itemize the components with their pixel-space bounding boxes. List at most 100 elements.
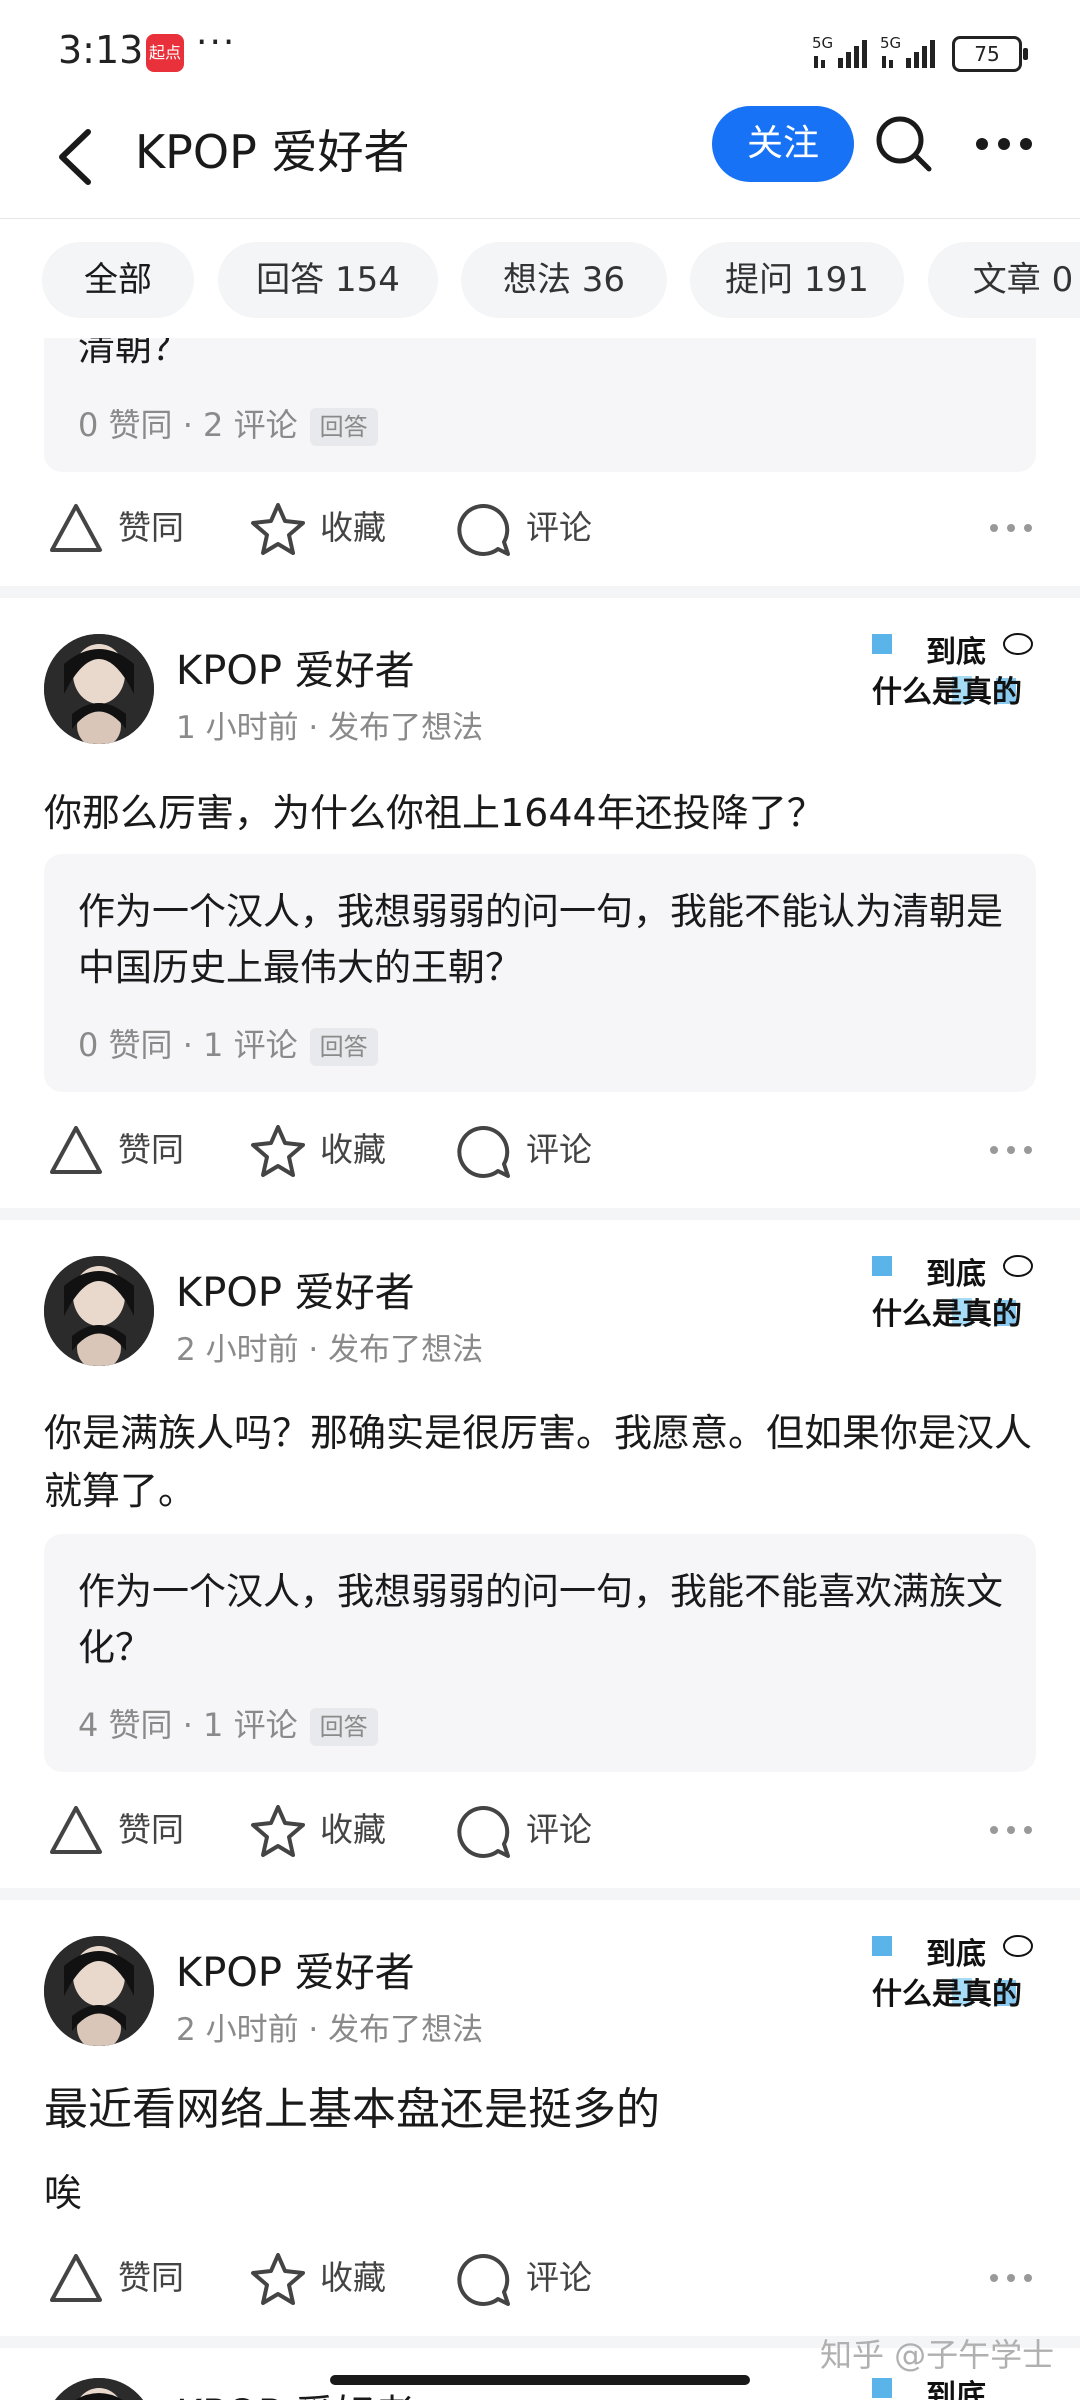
feed-separator [0,1888,1080,1900]
post-meta: 1 小时前 · 发布了想法 [176,710,484,746]
like-label: 赞同 [118,508,184,547]
app-notification-icon: 起点 [146,34,184,72]
answer-tag: 回答 [309,408,378,446]
collect-label: 收藏 [320,1130,386,1169]
comment-label: 评论 [526,2258,592,2297]
comment-icon [457,503,510,556]
quoted-answer-counts: 0 赞同 · 2 评论 [78,406,298,444]
author-name[interactable]: KPOP 爱好者 [176,1260,415,1318]
answer-tag: 回答 [309,1708,378,1746]
post-actions: 赞同 收藏 评论 [0,1110,1080,1190]
filter-tabs: 全部 回答 154 想法 36 提问 191 文章 0 [0,218,1080,338]
post-more-icon[interactable] [988,1790,1034,1870]
status-more-icon: ··· [196,22,237,63]
post-more-icon[interactable] [988,488,1034,568]
badge-icon: 到底 什么是真的 [872,1255,1033,1332]
collect-label: 收藏 [320,2258,386,2297]
post-content[interactable]: 你是满族人吗？那确实是很厉害。我愿意。但如果你是汉人就算了。 [44,1404,1044,1520]
answer-tag: 回答 [309,1028,378,1066]
signal-icon-2: 5G [880,34,935,68]
upvote-icon [50,2254,102,2302]
home-indicator[interactable] [330,2375,750,2385]
post-more-icon[interactable] [988,2238,1034,2318]
avatar-image [44,1936,154,2046]
post-actions: 赞同 收藏 评论 [0,2238,1080,2318]
post-more-icon[interactable] [988,1110,1034,1190]
badge-icon: 到底 什么是真的 [872,633,1033,710]
post-meta: 2 小时前 · 发布了想法 [176,2012,484,2048]
collect-label: 收藏 [320,508,386,547]
svg-text:到底: 到底 [926,635,986,670]
comment-label: 评论 [526,1810,592,1849]
comment-label: 评论 [526,508,592,547]
post-content[interactable]: 你那么厉害，为什么你祖上1644年还投降了？ [44,784,1044,842]
star-icon [251,503,305,555]
top-bar: KPOP 爱好者 关注 [0,100,1080,219]
author-name[interactable]: KPOP 爱好者 [176,1940,415,1998]
quoted-answer-counts: 4 赞同 · 1 评论 [78,1706,298,1744]
avatar[interactable] [44,1936,154,2046]
badge-icon: 到底 [872,2378,986,2400]
page-title: KPOP 爱好者 [135,125,410,179]
upvote-icon [50,1126,102,1174]
tab-all[interactable]: 全部 [42,242,194,318]
quoted-answer-text: 清朝？ [78,338,189,369]
activity-feed: 清朝？ 0 赞同 · 2 评论 回答 赞同 收藏 评论 KPOP 爱好者 1 小… [0,338,1080,2400]
upvote-icon [50,1806,102,1854]
back-arrow-icon[interactable] [48,122,108,192]
signal-icon: 5G [812,34,867,68]
tab-thoughts[interactable]: 想法 36 [461,242,667,318]
author-name[interactable]: KPOP 爱好者 [176,638,415,696]
more-options-icon[interactable] [972,114,1036,174]
quoted-answer-stats: 0 赞同 · 1 评论 回答 [78,1020,378,1066]
status-bar: 3:13 起点 ··· 5G 5G 75 [0,0,1080,100]
comment-icon [457,1805,510,1858]
svg-text:到底: 到底 [926,1937,986,1972]
quoted-answer-text: 作为一个汉人，我想弱弱的问一句，我能不能认为清朝是中国历史上最伟大的王朝？ [78,890,1003,989]
post-meta: 2 小时前 · 发布了想法 [176,1332,484,1368]
svg-text:5G: 5G [880,34,901,52]
follow-button[interactable]: 关注 [712,106,854,182]
quoted-answer-card[interactable]: 作为一个汉人，我想弱弱的问一句，我能不能认为清朝是中国历史上最伟大的王朝？ 0 … [44,854,1036,1092]
feed-separator [0,1208,1080,1220]
quoted-answer-card[interactable]: 作为一个汉人，我想弱弱的问一句，我能不能喜欢满族文化？ 4 赞同 · 1 评论回… [44,1534,1036,1772]
watermark: 知乎 @子午学士 [820,2336,1055,2374]
comment-icon [457,1125,510,1178]
star-icon [251,2253,305,2305]
quoted-answer-card[interactable]: 清朝？ 0 赞同 · 2 评论 回答 [44,338,1036,472]
like-label: 赞同 [118,1810,184,1849]
svg-text:什么是真的: 什么是真的 [872,1977,1022,2012]
quoted-answer-counts: 0 赞同 · 1 评论 [78,1026,298,1064]
post-actions: 赞同 收藏 评论 [0,488,1080,568]
svg-text:到底: 到底 [926,2379,986,2400]
avatar[interactable] [44,1256,154,1366]
svg-text:什么是真的: 什么是真的 [872,1297,1022,1332]
comment-label: 评论 [526,1130,592,1169]
quoted-answer-text: 作为一个汉人，我想弱弱的问一句，我能不能喜欢满族文化？ [78,1570,1003,1669]
quoted-answer-stats: 4 赞同 · 1 评论 回答 [78,1700,378,1746]
tab-questions[interactable]: 提问 191 [690,242,904,318]
status-time: 3:13 [58,28,144,72]
battery-icon: 75 [952,36,1028,72]
post-content[interactable]: 唉 [44,2164,1044,2222]
comment-icon [457,2253,510,2306]
quoted-answer-stats: 0 赞同 · 2 评论 回答 [78,400,378,446]
search-icon[interactable] [874,114,934,174]
star-icon [251,1805,305,1857]
svg-text:什么是真的: 什么是真的 [872,675,1022,710]
like-label: 赞同 [118,1130,184,1169]
avatar-image [44,2378,154,2400]
star-icon [251,1125,305,1177]
svg-text:5G: 5G [812,34,833,52]
svg-text:到底: 到底 [926,1257,986,1292]
badge-icon: 到底 什么是真的 [872,1935,1033,2012]
avatar[interactable] [44,634,154,744]
like-label: 赞同 [118,2258,184,2297]
post-actions: 赞同 收藏 评论 [0,1790,1080,1870]
collect-label: 收藏 [320,1810,386,1849]
avatar[interactable] [44,2378,154,2400]
feed-separator [0,586,1080,598]
post-title[interactable]: 最近看网络上基本盘还是挺多的 [44,2078,1044,2142]
tab-answers[interactable]: 回答 154 [218,242,438,318]
tab-articles[interactable]: 文章 0 [928,242,1080,318]
